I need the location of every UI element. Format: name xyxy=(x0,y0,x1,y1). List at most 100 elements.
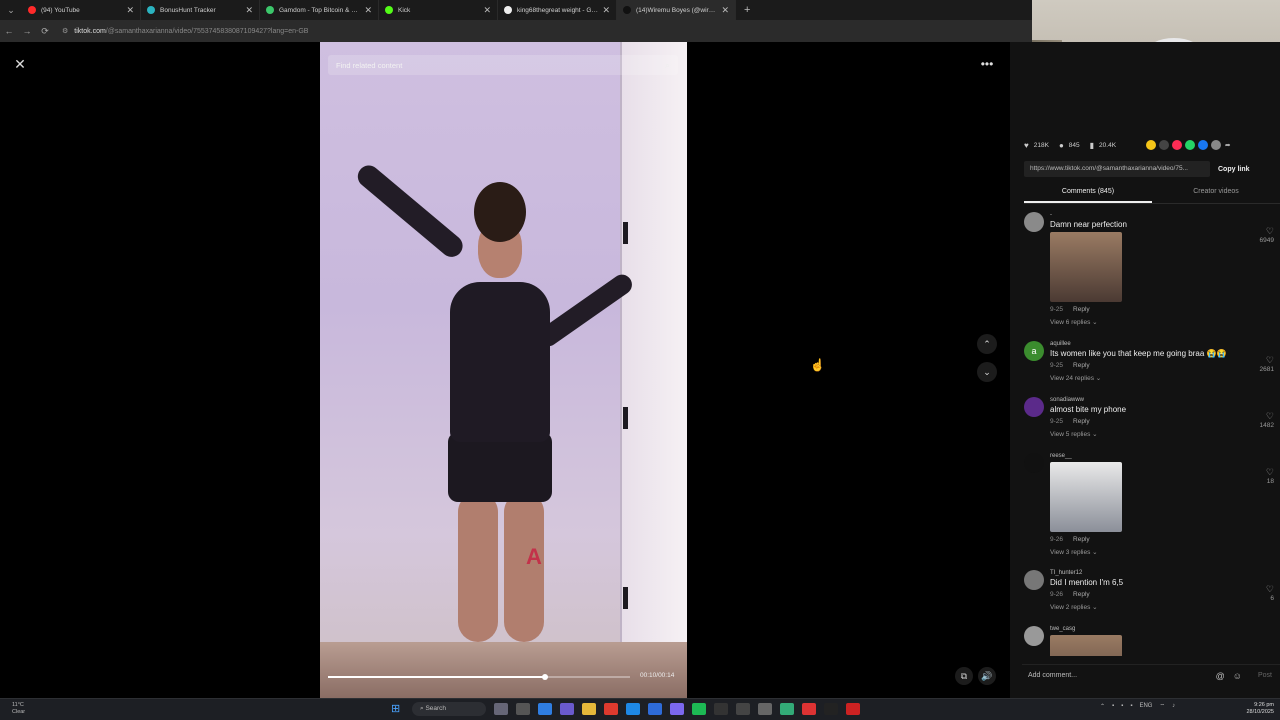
heart-icon[interactable]: ♥ xyxy=(1024,141,1029,150)
reply-button[interactable]: Reply xyxy=(1073,536,1090,543)
tray-app-icon[interactable]: ▪ xyxy=(1121,703,1123,709)
app-icon[interactable] xyxy=(714,703,728,715)
view-replies-button[interactable]: View 2 replies ⌄ xyxy=(1050,603,1240,611)
view-replies-button[interactable]: View 6 replies ⌄ xyxy=(1050,318,1240,326)
app-icon[interactable] xyxy=(494,703,508,715)
view-replies-button[interactable]: View 5 replies ⌄ xyxy=(1050,430,1240,438)
tray-app-icon[interactable]: ▪ xyxy=(1112,703,1114,709)
post-button[interactable]: Post xyxy=(1258,672,1272,679)
file-explorer-icon[interactable] xyxy=(582,703,596,715)
save-stat[interactable]: ▮ 20.4K xyxy=(1090,141,1116,150)
windows-start-icon[interactable]: ⊞ xyxy=(391,703,403,715)
bookmark-icon[interactable]: ▮ xyxy=(1090,141,1094,150)
comment-like[interactable]: ♡ 2681 xyxy=(1244,355,1274,373)
reply-button[interactable]: Reply xyxy=(1073,306,1090,313)
avatar[interactable] xyxy=(1024,453,1044,473)
reply-button[interactable]: Reply xyxy=(1073,362,1090,369)
app-icon[interactable] xyxy=(736,703,750,715)
browser-tab[interactable]: Gamdom - Top Bitcoin & Crypto✕ xyxy=(260,0,379,20)
avatar[interactable] xyxy=(1024,397,1044,417)
close-tab-icon[interactable]: ✕ xyxy=(126,5,134,16)
chrome-icon[interactable] xyxy=(604,703,618,715)
comment-icon[interactable]: ● xyxy=(1059,141,1064,150)
previous-video-icon[interactable]: ⌃ xyxy=(977,334,997,354)
share-option-icon[interactable] xyxy=(1159,140,1170,150)
more-options-icon[interactable]: ••• xyxy=(977,54,997,74)
view-replies-button[interactable]: View 24 replies ⌄ xyxy=(1050,374,1240,382)
comment-stat[interactable]: ● 845 xyxy=(1059,141,1080,150)
share-arrow-icon[interactable]: ➦ xyxy=(1225,141,1230,149)
browser-tab[interactable]: king68thegreat weight - Google ✕ xyxy=(498,0,617,20)
language-indicator[interactable]: ENG xyxy=(1139,703,1152,709)
clock[interactable]: 9:26 pm 28/10/2025 xyxy=(1238,702,1274,716)
add-comment-input[interactable]: Add comment... xyxy=(1022,672,1216,679)
spotify-icon[interactable] xyxy=(692,703,706,715)
weather-widget[interactable]: 11°C Clear xyxy=(12,702,25,716)
reload-icon[interactable]: ⟳ xyxy=(36,26,54,37)
copy-link-button[interactable]: Copy link xyxy=(1218,166,1250,173)
heart-outline-icon[interactable]: ♡ xyxy=(1244,467,1274,478)
mention-icon[interactable]: @ xyxy=(1216,671,1225,681)
share-option-icon[interactable] xyxy=(1185,140,1196,150)
heart-outline-icon[interactable]: ♡ xyxy=(1244,411,1274,422)
like-stat[interactable]: ♥ 218K xyxy=(1024,141,1049,150)
tray-app-icon[interactable]: ▪ xyxy=(1130,703,1132,709)
avatar[interactable] xyxy=(1024,212,1044,232)
share-option-icon[interactable] xyxy=(1146,140,1157,150)
floating-player-icon[interactable]: ⧉ xyxy=(955,667,973,685)
search-icon[interactable]: ⌕ xyxy=(665,60,670,71)
comment-username[interactable]: - xyxy=(1050,212,1240,218)
emoji-icon[interactable]: ☺ xyxy=(1233,671,1242,681)
comment-username[interactable]: aquillee xyxy=(1050,341,1240,347)
obs-icon[interactable] xyxy=(824,703,838,715)
reply-button[interactable]: Reply xyxy=(1073,591,1090,598)
comment-like[interactable]: ♡ 18 xyxy=(1244,467,1274,485)
tab-search-icon[interactable]: ⌄ xyxy=(0,0,22,20)
video-link-field[interactable]: https://www.tiktok.com/@samanthaxarianna… xyxy=(1024,161,1210,177)
taskbar-search[interactable]: ⌕ Search xyxy=(412,702,486,716)
new-tab-button[interactable]: + xyxy=(736,4,758,16)
browser-tab[interactable]: BonusHunt Tracker ✕ xyxy=(141,0,260,20)
share-option-icon[interactable] xyxy=(1172,140,1183,150)
speaker-icon[interactable]: ♪ xyxy=(1172,703,1175,709)
forward-icon[interactable]: → xyxy=(18,26,36,36)
close-tab-icon[interactable]: ✕ xyxy=(364,5,372,16)
volume-icon[interactable]: 🔊 xyxy=(978,667,996,685)
avatar[interactable] xyxy=(1024,626,1044,646)
url-field[interactable]: ⚙ tiktok.com/@samanthaxarianna/video/755… xyxy=(62,27,308,36)
heart-outline-icon[interactable]: ♡ xyxy=(1244,584,1274,595)
comment-image[interactable] xyxy=(1050,232,1122,302)
close-tab-icon[interactable]: ✕ xyxy=(483,5,491,16)
browser-tab[interactable]: Kick ✕ xyxy=(379,0,498,20)
video-player[interactable]: A xyxy=(320,42,687,698)
browser-tab[interactable]: (94) YouTube ✕ xyxy=(22,0,141,20)
share-option-icon[interactable] xyxy=(1198,140,1209,150)
edge-icon[interactable] xyxy=(626,703,640,715)
tray-chevron-icon[interactable]: ⌃ xyxy=(1100,703,1105,710)
close-tab-icon[interactable]: ✕ xyxy=(602,5,610,16)
heart-outline-icon[interactable]: ♡ xyxy=(1244,226,1274,237)
app-icon[interactable] xyxy=(780,703,794,715)
tab-comments[interactable]: Comments (845) xyxy=(1024,184,1152,203)
comment-username[interactable]: twe_casg xyxy=(1050,626,1240,632)
app-icon[interactable] xyxy=(648,703,662,715)
close-tab-icon[interactable]: ✕ xyxy=(245,5,253,16)
avatar[interactable]: a xyxy=(1024,341,1044,361)
back-icon[interactable]: ← xyxy=(0,26,18,36)
site-info-icon[interactable]: ⚙ xyxy=(62,27,68,35)
app-icon[interactable] xyxy=(802,703,816,715)
comment-username[interactable]: reese__ xyxy=(1050,453,1240,459)
app-icon[interactable] xyxy=(846,703,860,715)
app-icon[interactable] xyxy=(516,703,530,715)
comment-username[interactable]: TI_hunter12 xyxy=(1050,570,1240,576)
wifi-icon[interactable]: ⌔ xyxy=(1159,702,1165,710)
close-tab-icon[interactable]: ✕ xyxy=(721,5,729,16)
app-icon[interactable] xyxy=(560,703,574,715)
next-video-icon[interactable]: ⌄ xyxy=(977,362,997,382)
tab-creator-videos[interactable]: Creator videos xyxy=(1152,184,1280,203)
comment-image[interactable] xyxy=(1050,462,1122,532)
view-replies-button[interactable]: View 3 replies ⌄ xyxy=(1050,548,1240,556)
share-option-icon[interactable] xyxy=(1211,140,1222,150)
close-icon[interactable]: ✕ xyxy=(10,54,30,74)
related-search-input[interactable]: Find related content ⌕ xyxy=(328,55,678,75)
